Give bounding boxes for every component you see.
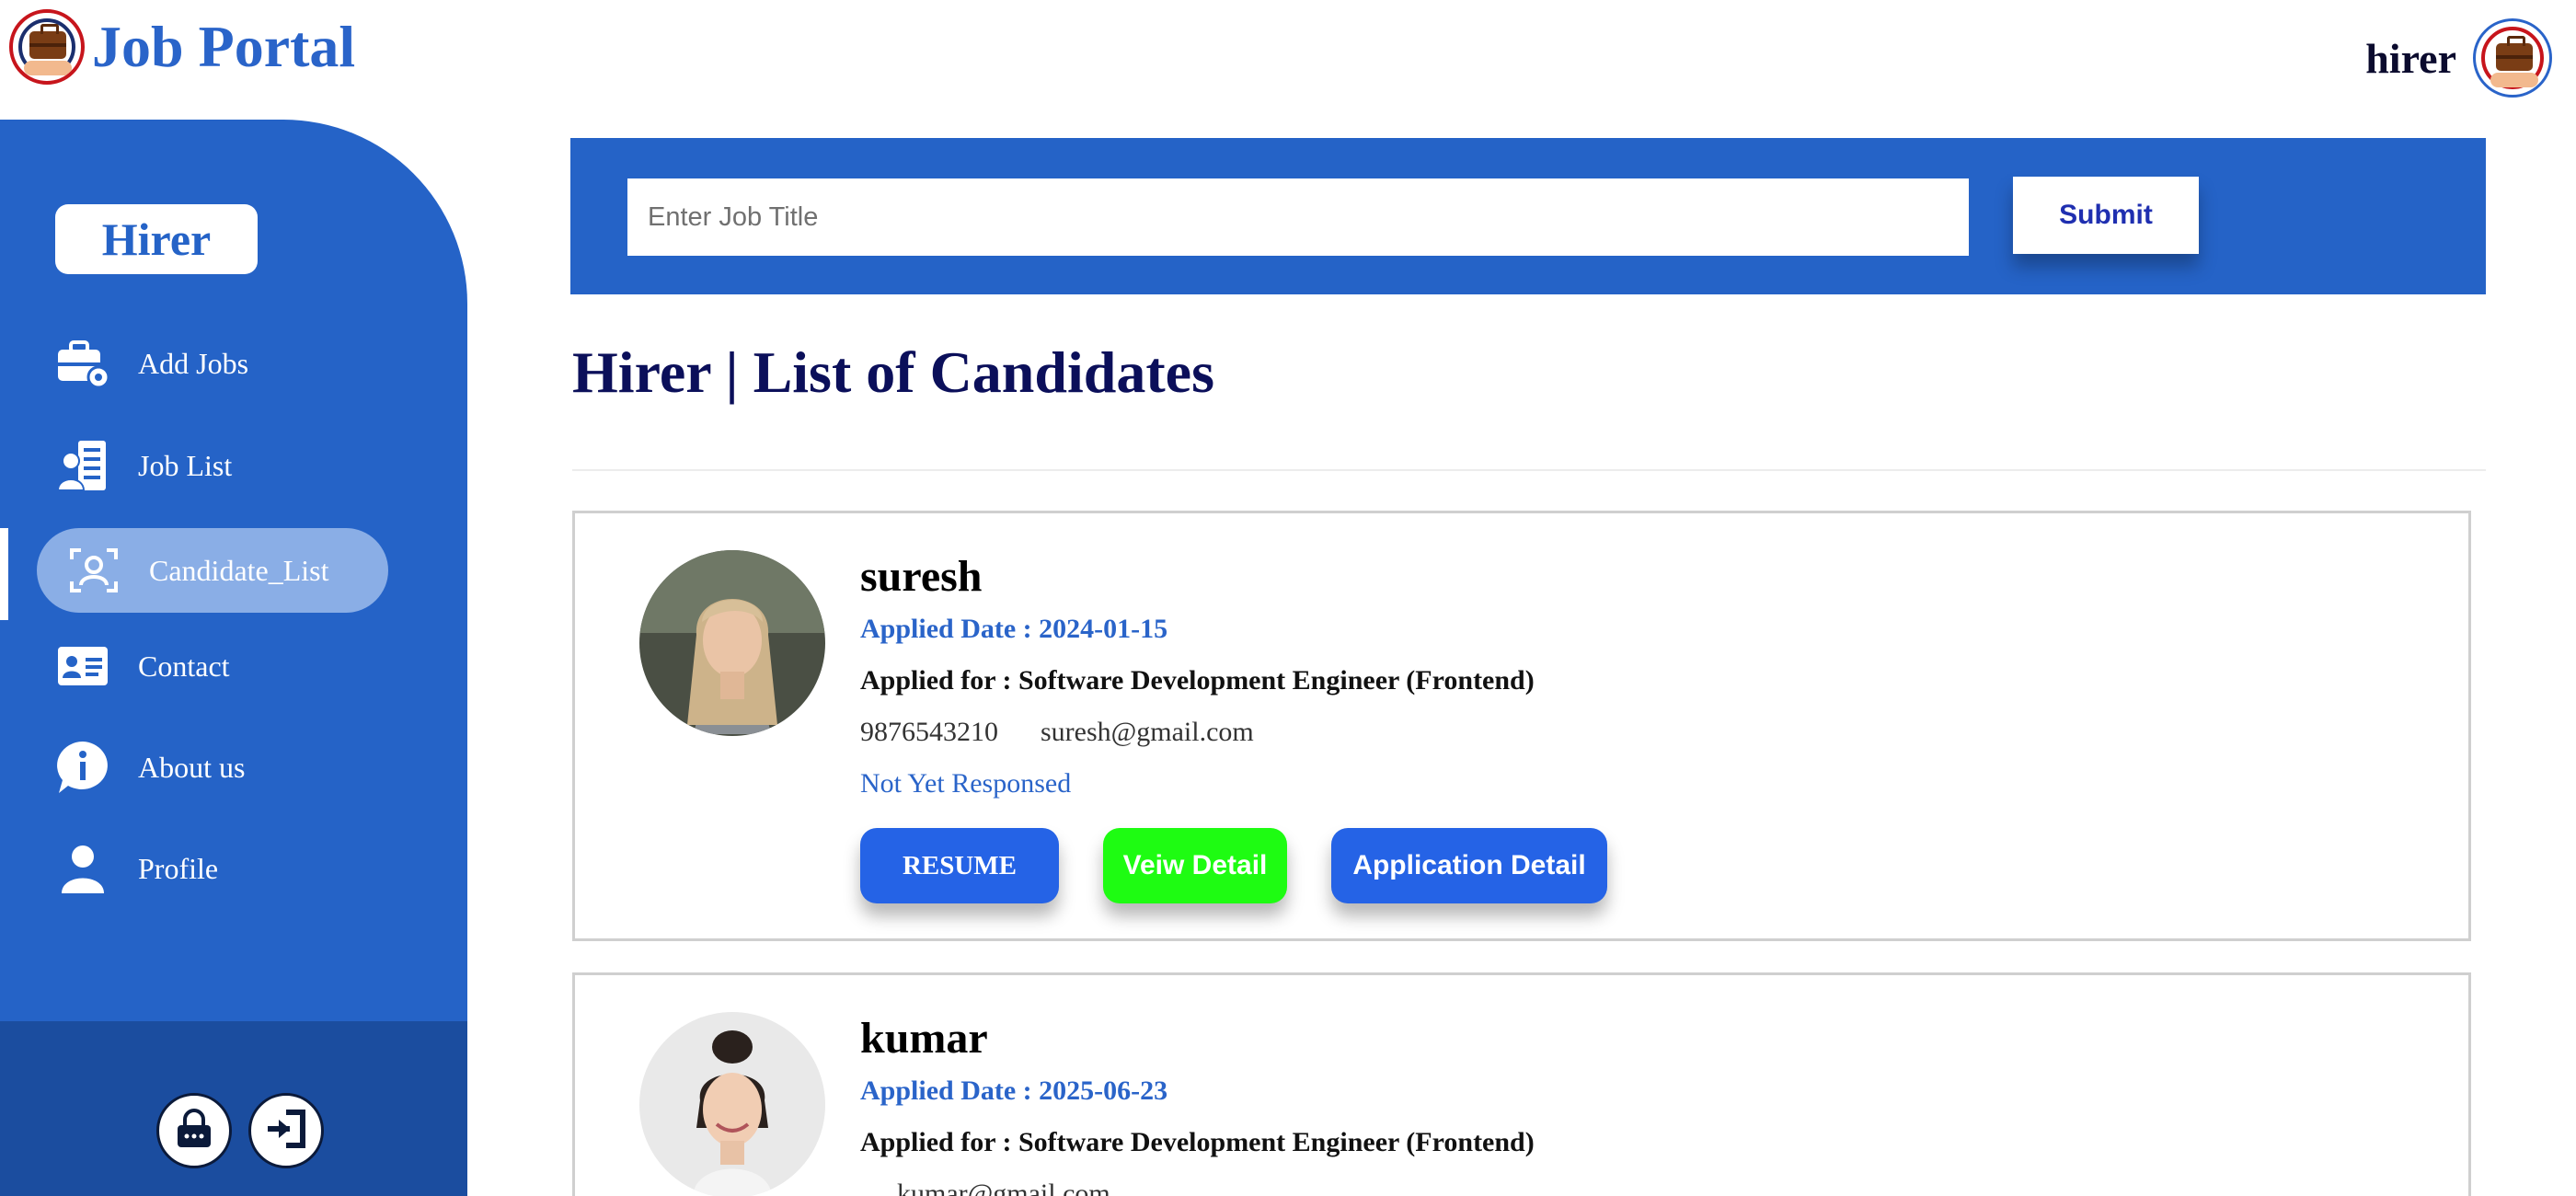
candidate-card: kumar Applied Date : 2025-06-23 Applied … — [572, 972, 2471, 1196]
submit-button[interactable]: Submit — [2013, 177, 2199, 254]
app-title: Job Portal — [92, 14, 356, 79]
lock-button[interactable] — [156, 1093, 232, 1168]
response-status: Not Yet Responsed — [860, 768, 1072, 799]
info-bubble-icon — [55, 740, 110, 795]
sidebar-item-add-jobs[interactable]: Add Jobs — [55, 327, 248, 400]
sidebar-item-label: Contact — [138, 649, 230, 683]
candidate-name: suresh — [860, 552, 983, 601]
view-detail-button[interactable]: Veiw Detail — [1103, 828, 1287, 903]
contact-info: 9876543210 suresh@gmail.com — [860, 708, 2450, 756]
sidebar-item-candidate-list[interactable]: Candidate_List — [37, 528, 388, 613]
sidebar-item-job-list[interactable]: Job List — [55, 429, 232, 502]
logout-button[interactable] — [248, 1093, 324, 1168]
applied-date: Applied Date : 2024-01-15 — [860, 614, 1168, 644]
card-actions: RESUME Veiw Detail Application Detail — [860, 828, 2450, 903]
sidebar-item-profile[interactable]: Profile — [55, 832, 218, 905]
sidebar-footer — [0, 1021, 467, 1196]
sidebar-item-label: Job List — [138, 448, 233, 482]
sidebar-item-label: Candidate_List — [149, 553, 329, 587]
sidebar: Hirer Add Jobs Job List Candidate_List C… — [0, 120, 467, 1196]
resume-button[interactable]: RESUME — [860, 828, 1059, 903]
candidate-phone: 9876543210 — [860, 717, 998, 747]
logout-icon — [266, 1109, 306, 1154]
avatar[interactable] — [2473, 18, 2552, 98]
user-scan-icon — [66, 543, 121, 598]
lock-icon — [176, 1108, 213, 1154]
contact-info: kumar@gmail.com — [860, 1170, 2450, 1196]
candidate-photo — [639, 1012, 825, 1196]
active-indicator — [0, 528, 8, 620]
briefcase-gear-icon — [55, 336, 110, 391]
candidate-name: kumar — [860, 1014, 988, 1063]
role-label: Hirer — [55, 204, 258, 274]
sidebar-item-label: About us — [138, 750, 246, 784]
user-list-icon — [55, 438, 110, 493]
candidate-email: suresh@gmail.com — [1041, 717, 1254, 747]
applied-for: Applied for : Software Development Engin… — [860, 1127, 1535, 1157]
candidate-card: suresh Applied Date : 2024-01-15 Applied… — [572, 511, 2471, 941]
sidebar-item-contact[interactable]: Contact — [55, 629, 230, 703]
applied-date: Applied Date : 2025-06-23 — [860, 1075, 1168, 1106]
page-title: Hirer | List of Candidates — [572, 339, 1214, 405]
job-title-search-input[interactable] — [627, 178, 1969, 256]
applied-for: Applied for : Software Development Engin… — [860, 665, 1535, 696]
divider — [572, 469, 2486, 471]
search-banner: Submit — [570, 138, 2486, 294]
candidate-photo — [639, 550, 825, 736]
briefcase-handshake-logo-icon — [9, 9, 85, 85]
candidate-email: kumar@gmail.com — [897, 1179, 1110, 1196]
user-menu[interactable]: hirer — [2365, 18, 2552, 98]
app-logo[interactable]: Job Portal — [9, 9, 355, 85]
sidebar-item-about-us[interactable]: About us — [55, 730, 245, 804]
sidebar-item-label: Add Jobs — [138, 346, 249, 380]
user-name: hirer — [2365, 34, 2456, 82]
sidebar-item-label: Profile — [138, 851, 219, 885]
contact-card-icon — [55, 638, 110, 694]
person-icon — [55, 841, 110, 896]
application-detail-button[interactable]: Application Detail — [1331, 828, 1607, 903]
